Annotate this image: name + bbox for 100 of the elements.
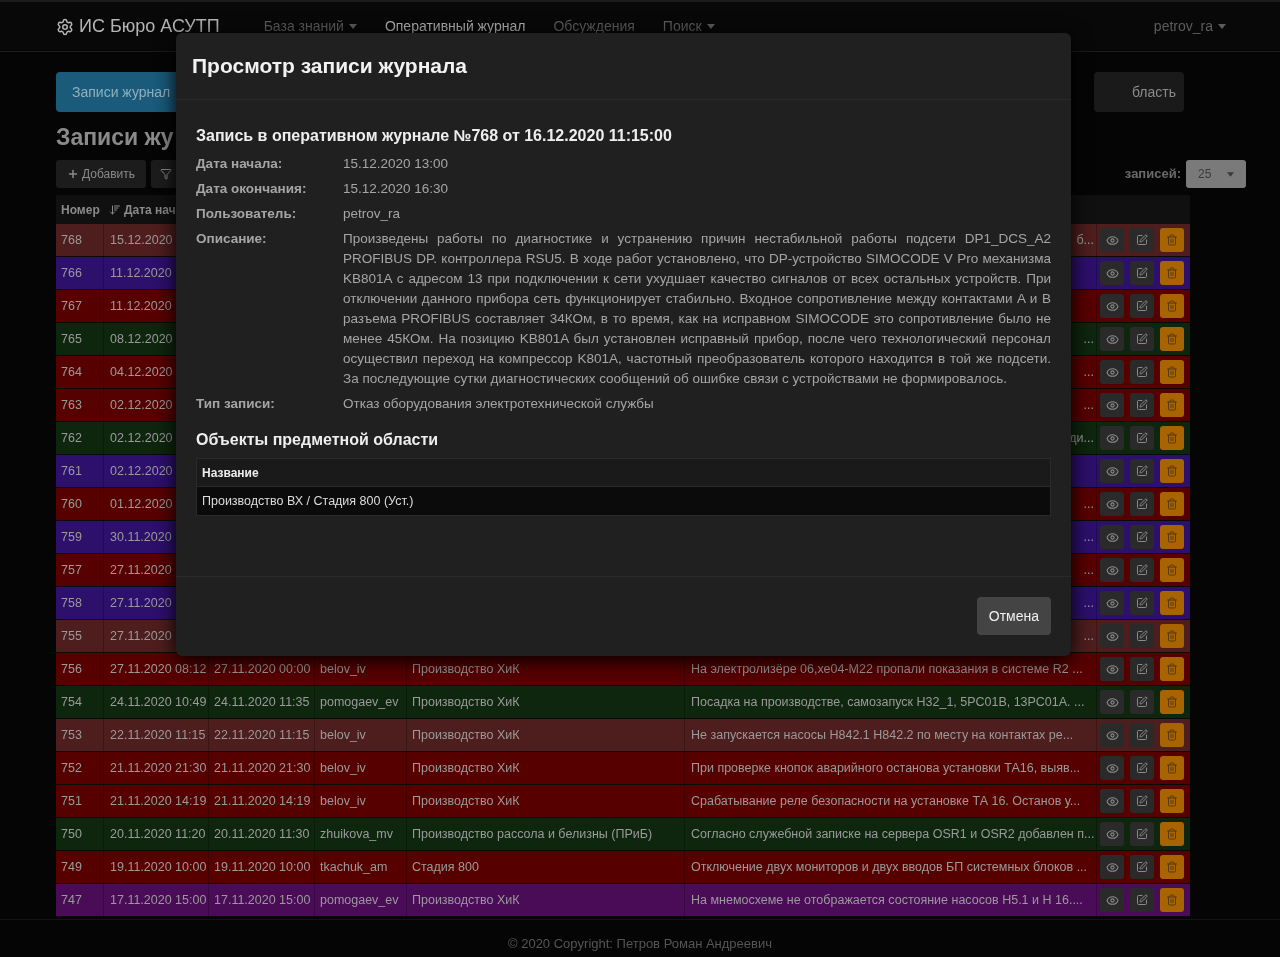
delete-button[interactable] [1160,789,1184,813]
edit-icon [1136,234,1148,246]
delete-button[interactable] [1160,558,1184,582]
delete-button[interactable] [1160,426,1184,450]
table-row[interactable]: 752 21.11.2020 21:30 21.11.2020 21:30 belov_iv Производство ХиК При проверке кнопок аварийного останова установки ТА16, выяв... [56,752,1190,785]
edit-button[interactable] [1130,624,1154,648]
delete-button[interactable] [1160,525,1184,549]
table-cell-text: Производство ХиК [412,726,520,744]
edit-button[interactable] [1130,327,1154,351]
delete-button[interactable] [1160,723,1184,747]
view-button[interactable] [1100,492,1124,516]
delete-button[interactable] [1160,492,1184,516]
delete-button[interactable] [1160,591,1184,615]
delete-button[interactable] [1160,657,1184,681]
view-button[interactable] [1100,228,1124,252]
page-tab-button[interactable]: бласть [1094,72,1184,112]
delete-button[interactable] [1160,888,1184,912]
edit-button[interactable] [1130,426,1154,450]
view-button[interactable] [1100,690,1124,714]
delete-button[interactable] [1160,393,1184,417]
table-row[interactable]: 753 22.11.2020 11:15 22.11.2020 11:15 belov_iv Производство ХиК Не запускается насосы Н842.1 Н842.2 по месту на контактах ре... [56,719,1190,752]
table-cell: 756 [56,653,104,685]
table-row[interactable]: 749 19.11.2020 10:00 19.11.2020 10:00 tkachuk_am Стадия 800 Отключение двух мониторов и двух вводов БП системных блоков ... [56,851,1190,884]
view-button[interactable] [1100,789,1124,813]
delete-button[interactable] [1160,822,1184,846]
eye-icon [1105,893,1119,907]
delete-button[interactable] [1160,327,1184,351]
edit-button[interactable] [1130,459,1154,483]
edit-button[interactable] [1130,888,1154,912]
table-cell: 753 [56,719,104,751]
edit-icon [1136,498,1148,510]
view-button[interactable] [1100,294,1124,318]
eye-icon [1105,365,1119,379]
edit-button[interactable] [1130,492,1154,516]
edit-button[interactable] [1130,756,1154,780]
eye-icon [1105,266,1119,280]
edit-button[interactable] [1130,393,1154,417]
edit-button[interactable] [1130,525,1154,549]
edit-button[interactable] [1130,657,1154,681]
edit-button[interactable] [1130,228,1154,252]
edit-button[interactable] [1130,822,1154,846]
view-button[interactable] [1100,360,1124,384]
table-row[interactable]: 750 20.11.2020 11:20 20.11.2020 11:30 zhuikova_mv Производство рассола и белизны (ПРиБ) Согласно служебной записке на сервера OSR1 и OSR2 добавлен п... [56,818,1190,851]
delete-button[interactable] [1160,294,1184,318]
view-button[interactable] [1100,657,1124,681]
view-button[interactable] [1100,888,1124,912]
table-row[interactable]: 747 17.11.2020 15:00 17.11.2020 15:00 pomogaev_ev Производство ХиК На мнемосхеме не отображается состояние насосов Н5.1 и Н 16.... [56,884,1190,917]
edit-button[interactable] [1130,723,1154,747]
edit-button[interactable] [1130,261,1154,285]
edit-icon [1136,531,1148,543]
filter-icon [160,168,172,180]
view-button[interactable] [1100,261,1124,285]
table-cell-text: На электролизёре 06,хе04-М22 пропали показания в системе R2 ... [691,660,1083,678]
table-cell: 752 [56,752,104,784]
table-row[interactable]: 754 24.11.2020 10:49 24.11.2020 11:35 pomogaev_ev Производство ХиК Посадка на производстве, самозапуск Н32_1, 5РС01В, 13РС01А. ... [56,686,1190,719]
delete-button[interactable] [1160,855,1184,879]
view-button[interactable] [1100,525,1124,549]
column-header[interactable]: Номер [56,195,104,224]
table-cell-text: pomogaev_ev [320,693,399,711]
table-cell-text: На мнемосхеме не отображается состояние насосов Н5.1 и Н 16.... [691,891,1083,909]
cancel-button[interactable]: Отмена [976,597,1051,635]
edit-button[interactable] [1130,591,1154,615]
add-button[interactable]: Добавить [56,160,146,188]
delete-button[interactable] [1160,690,1184,714]
field-value: 15.12.2020 13:00 [343,154,450,173]
view-button[interactable] [1100,591,1124,615]
delete-button[interactable] [1160,228,1184,252]
delete-button[interactable] [1160,756,1184,780]
edit-button[interactable] [1130,360,1154,384]
user-menu[interactable]: petrov_ra [1153,16,1226,37]
eye-icon [1105,398,1119,412]
delete-button[interactable] [1160,261,1184,285]
delete-button[interactable] [1160,624,1184,648]
table-row[interactable]: 751 21.11.2020 14:19 21.11.2020 14:19 belov_iv Производство ХиК Срабатывание реле безопасности на установке ТА 16. Останов у... [56,785,1190,818]
table-row[interactable]: 756 27.11.2020 08:12 27.11.2020 00:00 belov_iv Производство ХиК На электролизёре 06,хе04-М22 пропали показания в системе R2 ... [56,653,1190,686]
nav-link[interactable]: Оперативный журнал [370,16,540,37]
table-cell-text: ... [1083,528,1094,546]
trash-icon [1166,663,1178,675]
edit-button[interactable] [1130,855,1154,879]
delete-button[interactable] [1160,459,1184,483]
view-button[interactable] [1100,459,1124,483]
view-button[interactable] [1100,822,1124,846]
edit-icon [1136,399,1148,411]
view-button[interactable] [1100,558,1124,582]
delete-button[interactable] [1160,360,1184,384]
edit-button[interactable] [1130,558,1154,582]
view-button[interactable] [1100,855,1124,879]
trash-icon [1166,498,1178,510]
view-button[interactable] [1100,756,1124,780]
edit-button[interactable] [1130,690,1154,714]
brand-link[interactable]: ИС Бюро АСУТП [56,13,220,40]
view-button[interactable] [1100,393,1124,417]
view-button[interactable] [1100,723,1124,747]
edit-button[interactable] [1130,294,1154,318]
view-button[interactable] [1100,624,1124,648]
view-button[interactable] [1100,426,1124,450]
edit-button[interactable] [1130,789,1154,813]
view-button[interactable] [1100,327,1124,351]
eye-icon [1105,530,1119,544]
table-cell-text: Производство ХиК [412,759,520,777]
